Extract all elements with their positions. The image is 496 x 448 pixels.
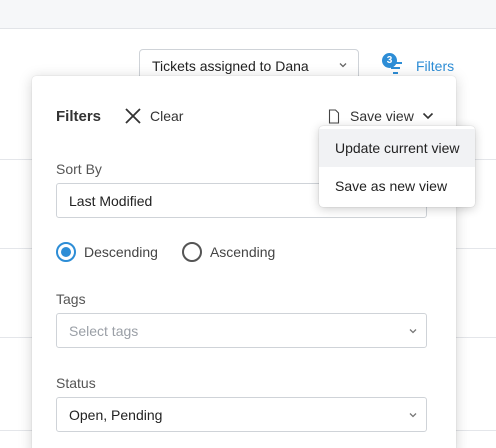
filter-icon: 3 <box>382 53 404 77</box>
save-view-button[interactable]: Save view <box>328 108 434 124</box>
radio-ascending[interactable]: Ascending <box>181 242 276 262</box>
view-selector-value: Tickets assigned to Dana <box>152 57 309 74</box>
chevron-down-icon <box>409 329 417 334</box>
top-bar <box>0 0 496 28</box>
chevron-down-icon <box>339 63 347 68</box>
save-view-menu: Update current view Save as new view <box>319 126 475 207</box>
chevron-down-icon <box>422 112 433 120</box>
sort-by-label: Sort By <box>56 161 102 177</box>
clear-label: Clear <box>150 108 184 124</box>
menu-item-save-as-new-view[interactable]: Save as new view <box>319 167 475 205</box>
filters-label: Filters <box>416 58 455 74</box>
clear-button[interactable]: Clear <box>124 107 183 125</box>
status-label: Status <box>56 375 96 391</box>
radio-button[interactable] <box>181 242 202 262</box>
radio-label: Ascending <box>209 244 276 260</box>
sort-order-group: Descending Ascending <box>56 242 299 262</box>
filters-count-badge: 3 <box>382 53 397 68</box>
tags-label: Tags <box>56 291 86 307</box>
radio-descending[interactable]: Descending <box>56 242 158 262</box>
save-view-label: Save view <box>350 108 414 124</box>
close-icon <box>125 108 141 124</box>
radio-label: Descending <box>84 244 158 260</box>
menu-item-update-current-view[interactable]: Update current view <box>319 129 475 167</box>
document-icon <box>328 108 340 124</box>
status-value: Open, Pending <box>69 406 163 423</box>
radio-button[interactable] <box>56 242 76 262</box>
chevron-down-icon <box>409 413 417 418</box>
tags-select[interactable]: Select tags <box>56 313 427 348</box>
sort-by-value: Last Modified <box>69 192 153 209</box>
status-select[interactable]: Open, Pending <box>56 397 427 432</box>
panel-title: Filters <box>56 108 102 125</box>
tags-placeholder: Select tags <box>69 322 139 339</box>
